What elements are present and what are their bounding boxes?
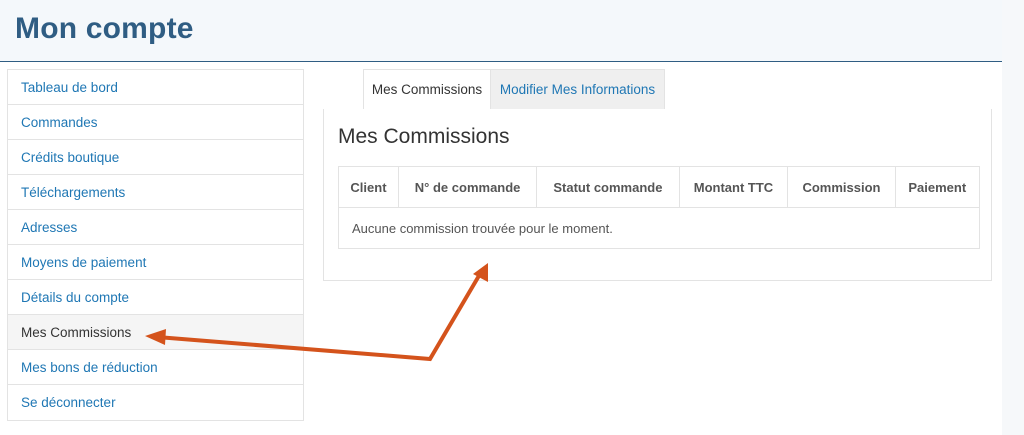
sidebar-item-details-du-compte[interactable]: Détails du compte	[8, 280, 303, 315]
column-header-amount: Montant TTC	[678, 166, 789, 208]
column-header-order-status: Statut commande	[536, 166, 680, 208]
sidebar-item-commandes[interactable]: Commandes	[8, 105, 303, 140]
page-title: Mon compte	[15, 12, 194, 45]
tab-modifier-mes-informations[interactable]: Modifier Mes Informations	[491, 69, 665, 110]
sidebar-item-credits-boutique[interactable]: Crédits boutique	[8, 140, 303, 175]
commissions-panel: Mes Commissions Client N° de commande St…	[323, 109, 992, 281]
table-header-row: Client N° de commande Statut commande Mo…	[338, 166, 981, 208]
sidebar-item-moyens-de-paiement[interactable]: Moyens de paiement	[8, 245, 303, 280]
column-header-commission: Commission	[787, 166, 896, 208]
sidebar-item-tableau-de-bord[interactable]: Tableau de bord	[8, 70, 303, 105]
column-header-client: Client	[338, 166, 399, 208]
column-header-payment: Paiement	[894, 166, 981, 208]
panel-title: Mes Commissions	[338, 125, 510, 148]
column-header-order-number: N° de commande	[397, 166, 538, 208]
sidebar-item-mes-commissions[interactable]: Mes Commissions	[8, 315, 303, 350]
page-header: Mon compte	[0, 0, 1002, 62]
sidebar-item-se-deconnecter[interactable]: Se déconnecter	[8, 385, 303, 420]
empty-table-message: Aucune commission trouvée pour le moment…	[338, 207, 980, 249]
page: Mon compte Tableau de bord Commandes Cré…	[0, 0, 1002, 435]
sidebar-item-mes-bons-de-reduction[interactable]: Mes bons de réduction	[8, 350, 303, 385]
sidebar-item-adresses[interactable]: Adresses	[8, 210, 303, 245]
table-row: Aucune commission trouvée pour le moment…	[338, 207, 980, 249]
account-sidebar: Tableau de bord Commandes Crédits boutiq…	[7, 69, 304, 421]
sidebar-item-telechargements[interactable]: Téléchargements	[8, 175, 303, 210]
commissions-table: Client N° de commande Statut commande Mo…	[338, 166, 981, 249]
tab-bar: Mes Commissions Modifier Mes Information…	[323, 69, 992, 111]
tab-mes-commissions[interactable]: Mes Commissions	[363, 69, 491, 110]
